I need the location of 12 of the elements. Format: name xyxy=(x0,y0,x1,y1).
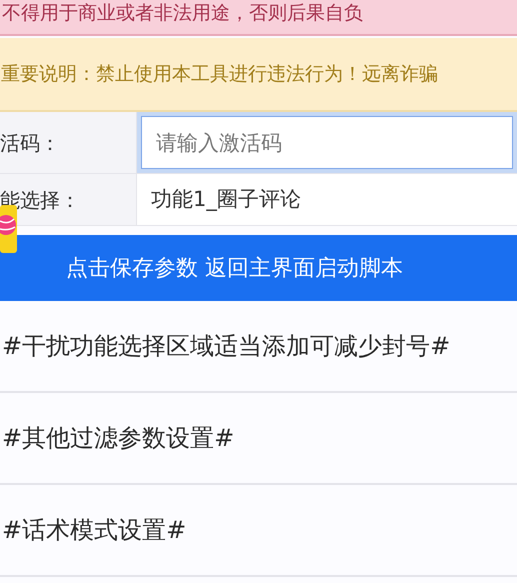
section-row[interactable]: #其他过滤参数设置# xyxy=(0,393,517,485)
section-title: #话术模式设置# xyxy=(2,515,186,546)
warning-text: 重要说明：禁止使用本工具进行违法行为！远离诈骗 xyxy=(0,62,438,87)
section-row[interactable]: #干扰功能选择区域适当添加可减少封号# xyxy=(0,301,517,393)
activation-code-field[interactable]: 请输入激活码 xyxy=(141,116,513,169)
section-row[interactable]: #话术模式设置# xyxy=(0,485,517,577)
section-title: #干扰功能选择区域适当添加可减少封号# xyxy=(2,331,450,362)
notice-text: 不得用于商业或者非法用途，否则后果自负 xyxy=(1,2,364,24)
save-button[interactable]: 点击保存参数 返回主界面启动脚本 xyxy=(0,235,517,301)
section-title: #其他过滤参数设置# xyxy=(2,423,234,454)
function-select[interactable]: 功能1_圈子评论 xyxy=(151,184,301,216)
field-label: 活码： xyxy=(0,112,137,173)
